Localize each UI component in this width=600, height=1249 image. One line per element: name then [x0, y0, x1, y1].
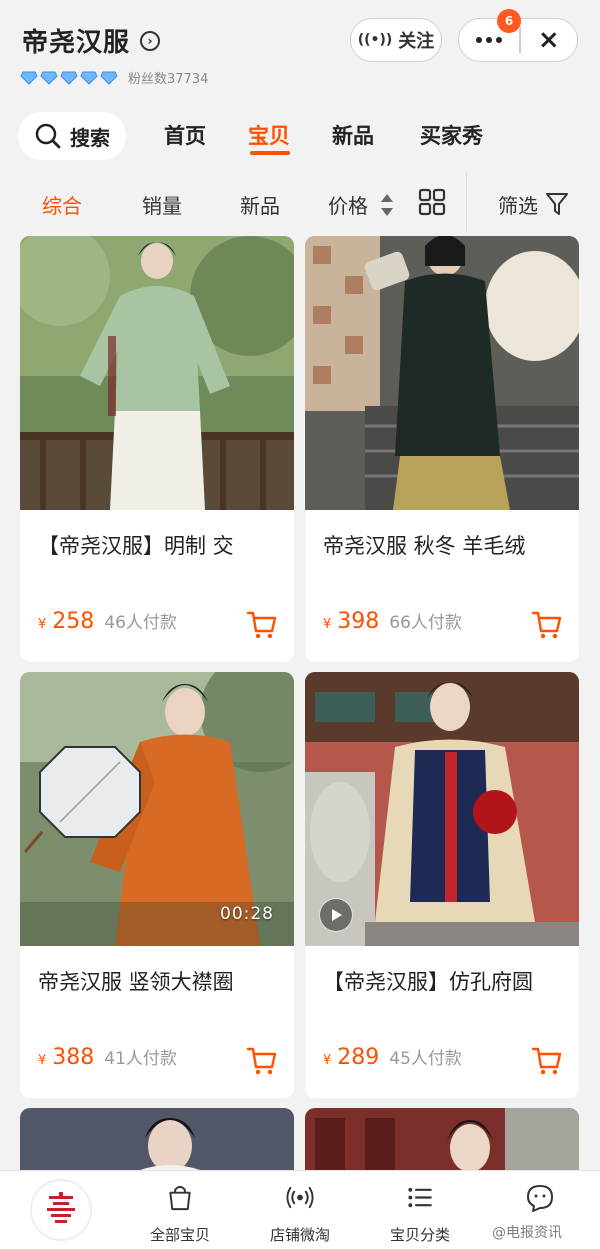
shop-meta-row: 粉丝数37734: [20, 68, 208, 87]
product-image[interactable]: [305, 672, 579, 946]
tab-buyer-show[interactable]: 买家秀: [420, 120, 483, 150]
nav-shop-feed[interactable]: 店铺微淘: [250, 1179, 350, 1245]
currency-symbol: ¥: [323, 617, 332, 632]
notification-badge: 6: [497, 9, 521, 33]
nav-label: 全部宝贝: [149, 1226, 210, 1244]
product-price: 398: [337, 609, 380, 634]
diamond-icon: [40, 71, 58, 85]
diamond-icon: [80, 71, 98, 85]
shopping-bag-icon: [169, 1185, 191, 1211]
sort-price[interactable]: 价格: [328, 190, 368, 219]
currency-symbol: ¥: [323, 1053, 332, 1068]
product-image[interactable]: [20, 236, 294, 510]
nav-label: 宝贝分类: [389, 1226, 450, 1244]
cart-icon[interactable]: [531, 609, 563, 641]
more-button[interactable]: 6: [459, 9, 521, 61]
price-row: ¥ 388 41人付款: [38, 1044, 177, 1070]
filter-funnel-icon[interactable]: [546, 192, 568, 216]
product-title[interactable]: 帝尧汉服 秋冬 羊毛绒: [323, 530, 573, 560]
product-price: 258: [52, 609, 95, 634]
shop-header: 帝尧汉服 › 粉丝数37734 ((•)) 关注 6 ×: [0, 0, 600, 100]
shop-name[interactable]: 帝尧汉服: [22, 22, 130, 59]
product-price: 289: [337, 1045, 380, 1070]
search-button[interactable]: 搜索: [18, 112, 126, 160]
nav-categories[interactable]: 宝贝分类: [370, 1179, 470, 1245]
paid-count: 46人付款: [104, 613, 177, 633]
shop-rating-diamonds: [20, 71, 118, 85]
sort-comprehensive[interactable]: 综合: [42, 190, 82, 219]
follow-button[interactable]: ((•)) 关注: [350, 18, 442, 62]
filter-label[interactable]: 筛选: [498, 190, 538, 219]
currency-symbol: ¥: [38, 1053, 47, 1068]
tab-new[interactable]: 新品: [332, 120, 374, 150]
price-row: ¥ 258 46人付款: [38, 608, 177, 634]
tab-items[interactable]: 宝贝: [248, 120, 290, 150]
play-icon[interactable]: [319, 898, 353, 932]
search-label: 搜索: [70, 125, 110, 150]
product-card[interactable]: 帝尧汉服 秋冬 羊毛绒 ¥ 398 66人付款: [305, 236, 579, 662]
product-card[interactable]: 【帝尧汉服】明制 交 ¥ 258 46人付款: [20, 236, 294, 662]
broadcast-icon: ((•)): [357, 32, 393, 48]
close-icon: ×: [537, 25, 560, 55]
paid-count: 41人付款: [104, 1049, 177, 1069]
product-title[interactable]: 帝尧汉服 竖领大襟圈: [38, 966, 288, 996]
nav-all-items[interactable]: 全部宝贝: [130, 1179, 230, 1245]
diamond-icon: [100, 71, 118, 85]
shop-logo[interactable]: [30, 1179, 92, 1241]
sort-arrows-icon[interactable]: [380, 192, 394, 218]
product-title[interactable]: 【帝尧汉服】明制 交: [38, 530, 288, 560]
close-button[interactable]: ×: [521, 19, 578, 61]
fans-count: 粉丝数37734: [128, 72, 209, 87]
sort-bar: 综合 销量 新品 价格 筛选: [0, 172, 600, 232]
sort-sales[interactable]: 销量: [142, 190, 182, 219]
follow-label: 关注: [398, 31, 435, 52]
price-row: ¥ 398 66人付款: [323, 608, 462, 634]
price-row: ¥ 289 45人付款: [323, 1044, 462, 1070]
paid-count: 45人付款: [389, 1049, 462, 1069]
sort-new[interactable]: 新品: [240, 190, 280, 219]
product-image[interactable]: [305, 236, 579, 510]
shop-tabs: 搜索 首页 宝贝 新品 买家秀: [0, 108, 600, 164]
chat-face-icon: [527, 1185, 553, 1212]
video-duration: 00:28: [220, 904, 274, 924]
broadcast-icon: [286, 1186, 314, 1209]
product-image[interactable]: 00:28: [20, 672, 294, 946]
diamond-icon: [20, 71, 38, 85]
grid-layout-icon[interactable]: [418, 188, 446, 216]
product-card[interactable]: 【帝尧汉服】仿孔府圆 ¥ 289 45人付款: [305, 672, 579, 1098]
currency-symbol: ¥: [38, 617, 47, 632]
capsule-menu: 6 ×: [458, 9, 578, 62]
cart-icon[interactable]: [246, 609, 278, 641]
nav-label: 店铺微淘: [269, 1226, 330, 1244]
list-icon: [408, 1187, 432, 1208]
chevron-right-circle-icon[interactable]: ›: [140, 30, 161, 51]
search-icon: [34, 122, 62, 150]
cart-icon[interactable]: [246, 1045, 278, 1077]
diamond-icon: [60, 71, 78, 85]
active-tab-indicator: [250, 151, 290, 155]
sort-divider: [466, 172, 467, 232]
shop-name-row[interactable]: 帝尧汉服 ›: [22, 22, 161, 59]
cart-icon[interactable]: [531, 1045, 563, 1077]
more-dots-icon: [476, 37, 502, 43]
paid-count: 66人付款: [389, 613, 462, 633]
product-card[interactable]: 00:28 帝尧汉服 竖领大襟圈 ¥ 388 41人付款: [20, 672, 294, 1098]
watermark: @电报资讯: [492, 1225, 562, 1241]
tab-home[interactable]: 首页: [164, 120, 206, 150]
product-price: 388: [52, 1045, 95, 1070]
product-title[interactable]: 【帝尧汉服】仿孔府圆: [323, 966, 573, 996]
